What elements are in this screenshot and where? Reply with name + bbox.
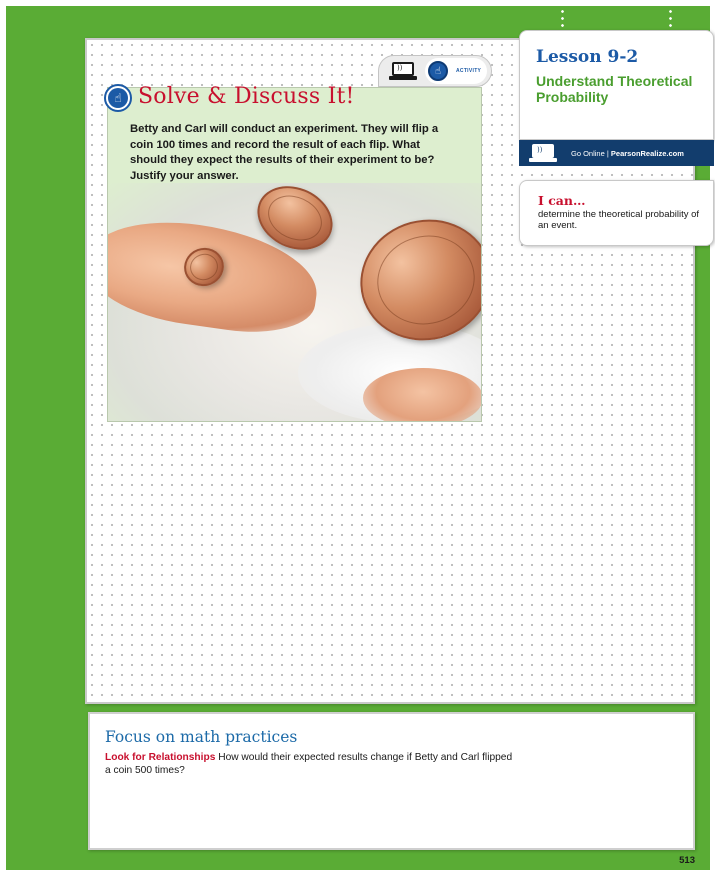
hand-pointer-icon: ☝ xyxy=(104,84,132,112)
focus-title: Focus on math practices xyxy=(105,728,298,746)
focus-lead: Look for Relationships xyxy=(105,752,216,763)
go-online-label: Go Online xyxy=(571,148,605,158)
solve-title: Solve & Discuss It! xyxy=(138,84,355,109)
go-online-separator: | xyxy=(606,148,609,158)
laptop-wifi-icon: )) xyxy=(529,144,557,162)
go-online-bar[interactable]: )) Go Online | PearsonRealize.com xyxy=(519,140,714,166)
activity-button[interactable]: ☝ ACTIVITY xyxy=(425,58,487,84)
i-can-text: determine the theoretical probability of… xyxy=(538,209,700,231)
activity-tab[interactable]: )) ☝ ACTIVITY xyxy=(378,55,492,87)
go-online-link[interactable]: Go Online | PearsonRealize.com xyxy=(571,149,684,158)
solve-prompt: Betty and Carl will conduct an experimen… xyxy=(130,123,439,182)
photo-hand-right xyxy=(363,368,481,421)
lesson-number: Lesson 9-2 xyxy=(536,47,639,67)
laptop-wifi-icon: )) xyxy=(389,62,417,80)
i-can-card: I can… determine the theoretical probabi… xyxy=(519,180,714,246)
activity-label: ACTIVITY xyxy=(456,68,482,74)
go-online-site: PearsonRealize.com xyxy=(610,148,684,158)
focus-prompt: Look for Relationships How would their e… xyxy=(105,751,515,777)
lesson-card: Lesson 9-2 Understand Theoretical Probab… xyxy=(519,30,714,140)
hand-pointer-icon: ☝ xyxy=(428,61,448,81)
page-number: 513 xyxy=(679,855,695,866)
i-can-title: I can… xyxy=(538,193,586,208)
lesson-name: Understand Theoretical Probability xyxy=(536,73,693,105)
